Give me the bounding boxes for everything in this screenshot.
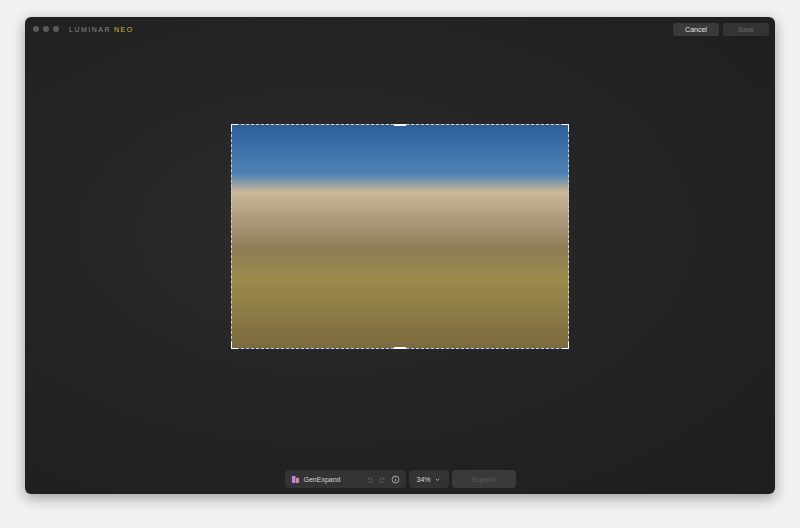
app-window: LUMINARNEO Cancel Save GenExpand 34% Expand [25, 17, 775, 494]
title-bar: LUMINARNEO Cancel Save [25, 17, 775, 38]
logo-brand: LUMINAR [69, 26, 111, 33]
crop-handle[interactable] [231, 124, 238, 131]
zoom-value: 34% [416, 476, 430, 483]
zoom-button[interactable] [53, 26, 59, 32]
photo [231, 124, 569, 349]
desktop: LUMINARNEO Cancel Save GenExpand 34% Expand [0, 0, 800, 528]
header-button[interactable]: Cancel [673, 23, 719, 36]
crop-handle[interactable] [562, 342, 569, 349]
minimize-button[interactable] [43, 26, 49, 32]
crop-handle[interactable] [394, 347, 406, 349]
header-button[interactable]: Save [723, 23, 769, 36]
redo-icon[interactable] [378, 475, 387, 484]
header-buttons: Cancel Save [673, 23, 769, 36]
crop-handle[interactable] [394, 124, 406, 126]
bottom-toolbar: GenExpand 34% Expand [25, 470, 775, 494]
info-icon[interactable] [391, 475, 400, 484]
logo-product: NEO [114, 26, 134, 33]
chevron-down-icon [434, 476, 441, 483]
genexpand-icon [291, 475, 300, 484]
zoom-dropdown[interactable]: 34% [409, 470, 449, 488]
tool-name: GenExpand [304, 476, 341, 483]
crop-handle[interactable] [231, 342, 238, 349]
canvas [25, 38, 775, 470]
crop-handle[interactable] [562, 124, 569, 131]
undo-icon[interactable] [365, 475, 374, 484]
close-button[interactable] [33, 26, 39, 32]
window-controls [33, 26, 59, 32]
app-logo: LUMINARNEO [69, 26, 134, 33]
expand-button[interactable]: Expand [452, 470, 516, 488]
tool-panel: GenExpand [285, 470, 406, 488]
